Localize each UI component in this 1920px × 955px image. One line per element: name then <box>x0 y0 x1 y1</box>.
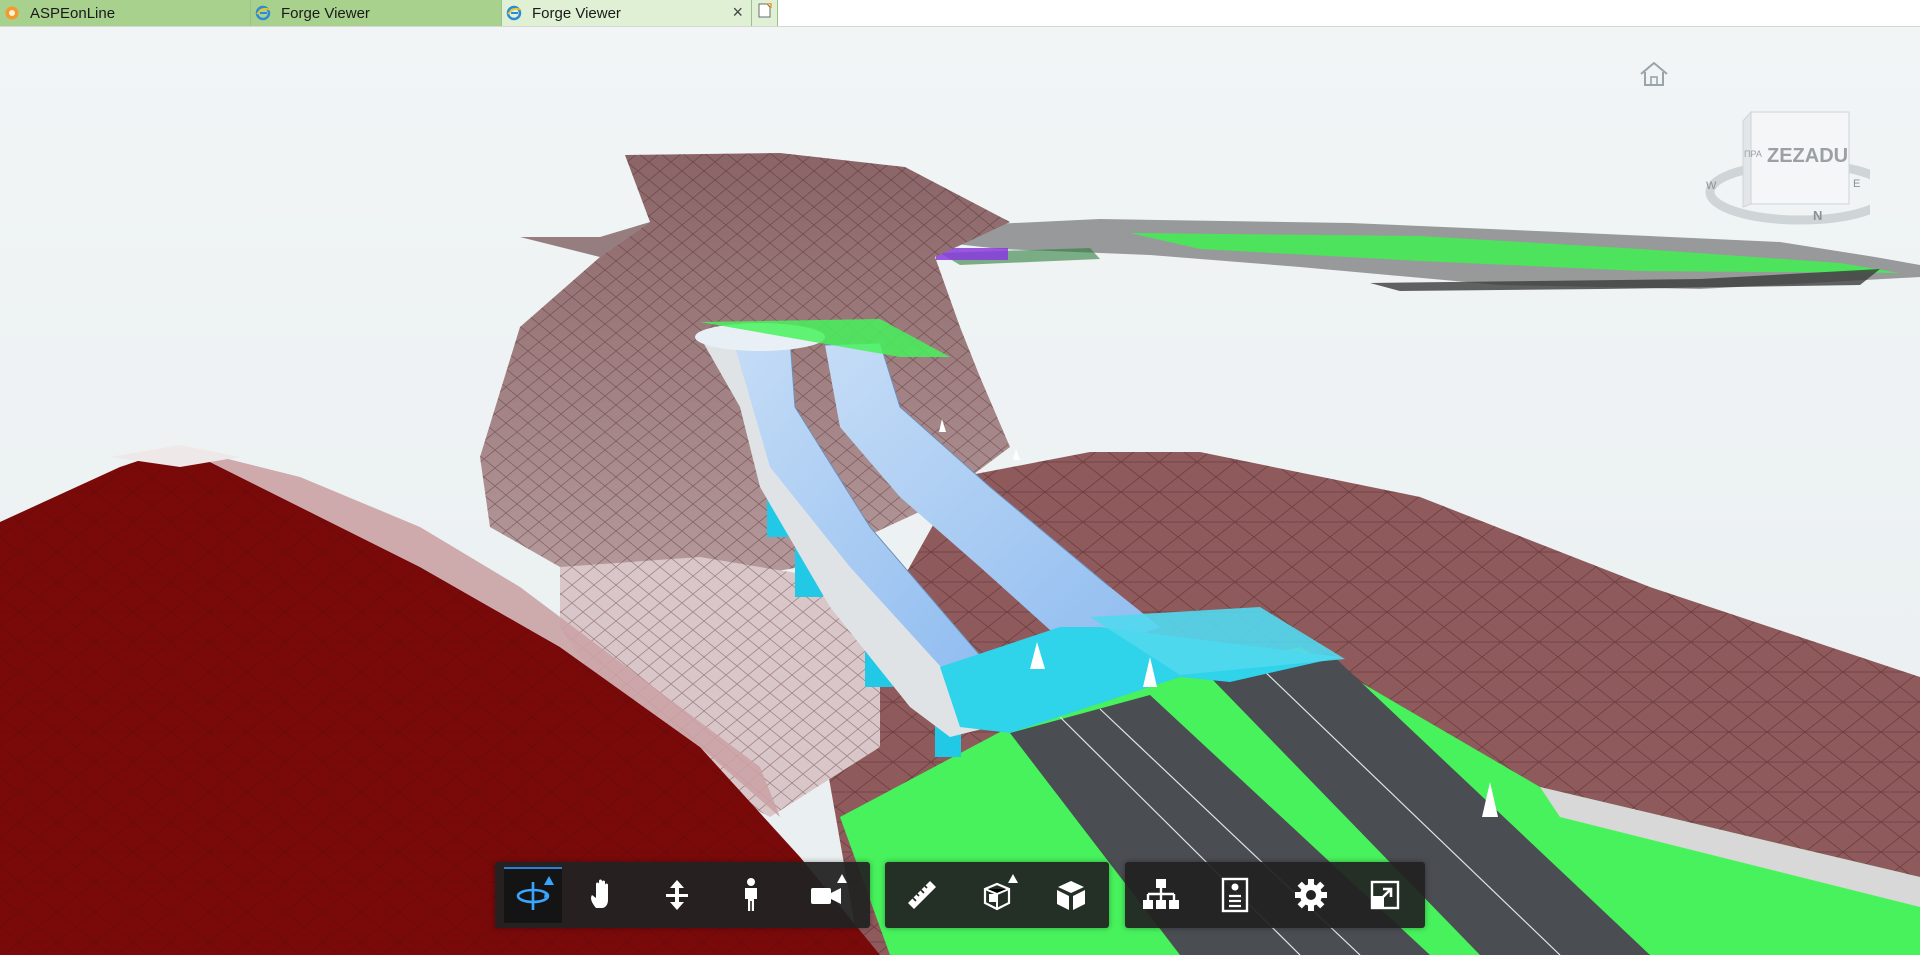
model-browser-button[interactable] <box>1132 867 1190 923</box>
ruler-icon <box>908 881 936 909</box>
tab-forge-viewer-active[interactable]: Forge Viewer × <box>502 0 752 26</box>
compass-west-label: W <box>1706 180 1717 192</box>
modeling-tools-group <box>885 862 1109 928</box>
distant-terrain <box>930 219 1920 291</box>
camera-icon <box>811 888 841 904</box>
properties-button[interactable] <box>1206 867 1264 923</box>
flyout-arrow-icon <box>837 874 847 883</box>
pan-button[interactable] <box>574 867 632 923</box>
tab-label: Forge Viewer <box>281 4 370 22</box>
compass-north-label: N <box>1813 208 1822 223</box>
pan-hand-icon <box>591 879 608 908</box>
explode-button[interactable] <box>1042 867 1100 923</box>
orbit-button[interactable] <box>504 867 562 923</box>
explode-cube-icon <box>1057 881 1085 910</box>
viewcube[interactable]: ZEZADU ПРА N W E <box>1685 107 1895 227</box>
ie-favicon-icon <box>506 5 522 21</box>
first-person-button[interactable] <box>722 867 780 923</box>
new-tab-button[interactable] <box>752 0 778 26</box>
fullscreen-button[interactable] <box>1356 867 1414 923</box>
gear-icon <box>1295 879 1327 911</box>
model-tree-icon <box>1143 879 1179 909</box>
tab-forge-viewer-1[interactable]: Forge Viewer <box>251 0 502 26</box>
zoom-button[interactable] <box>648 867 706 923</box>
new-tab-icon <box>758 2 772 23</box>
flyout-arrow-icon <box>544 876 554 885</box>
browser-tab-bar: ASPEonLine Forge Viewer Forge Viewer × <box>0 0 1920 27</box>
forge-viewer-canvas[interactable]: ZEZADU ПРА N W E <box>0 27 1920 955</box>
settings-tools-group <box>1125 862 1425 928</box>
section-button[interactable] <box>968 867 1026 923</box>
flyout-arrow-icon <box>1008 874 1018 883</box>
viewcube-face-label: ZEZADU <box>1767 145 1848 167</box>
aspe-favicon-icon <box>4 5 20 21</box>
ie-favicon-icon <box>255 5 271 21</box>
properties-icon <box>1221 877 1249 913</box>
measure-button[interactable] <box>893 867 951 923</box>
zoom-icon <box>666 880 688 910</box>
viewcube-side[interactable] <box>1742 110 1752 208</box>
tab-asp-eonline[interactable]: ASPEonLine <box>0 0 251 26</box>
home-icon <box>1640 61 1668 86</box>
settings-button[interactable] <box>1282 867 1340 923</box>
3d-model-scene[interactable] <box>0 27 1920 955</box>
tab-label: ASPEonLine <box>30 4 116 22</box>
close-tab-icon[interactable]: × <box>732 2 743 23</box>
home-button[interactable] <box>1636 58 1672 90</box>
navigation-tools-group <box>495 862 870 928</box>
person-icon <box>745 878 757 911</box>
fullscreen-icon <box>1370 880 1400 910</box>
camera-button[interactable] <box>797 867 855 923</box>
compass-east-label: E <box>1853 178 1860 190</box>
viewcube-side-label: ПРА <box>1744 149 1762 159</box>
tab-label: Forge Viewer <box>532 4 621 22</box>
